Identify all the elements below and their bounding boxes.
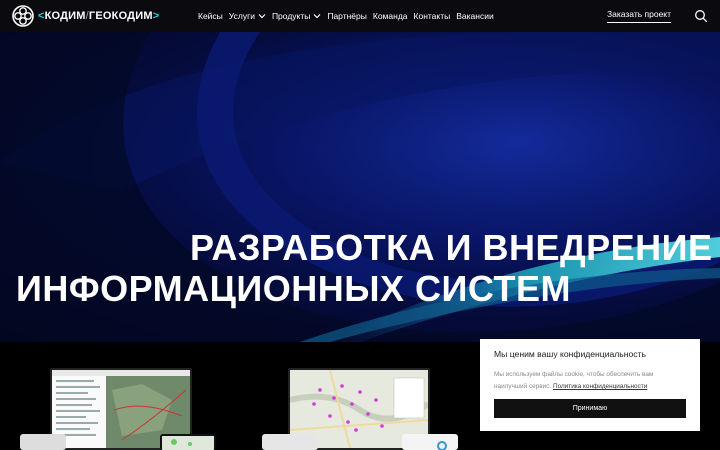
nav-item-partners[interactable]: Партнёры xyxy=(327,11,367,21)
nav-label: Услуги xyxy=(228,11,255,21)
logo-brand-kodim: КОДИМ xyxy=(44,10,86,22)
accept-cookies-button[interactable]: Принимаю xyxy=(494,399,686,418)
order-project-button[interactable]: Заказать проект xyxy=(607,9,672,23)
site-header: <КОДИМ/ГЕОКОДИМ> Кейсы Услуги Продукты П… xyxy=(0,0,720,32)
case-mockup-left[interactable] xyxy=(20,342,220,450)
nav-label: Продукты xyxy=(271,11,311,21)
nav-item-contacts[interactable]: Контакты xyxy=(414,11,451,21)
nav-label: Вакансии xyxy=(456,11,494,21)
nav-item-cases[interactable]: Кейсы xyxy=(198,11,223,21)
nav-item-services[interactable]: Услуги xyxy=(229,11,266,21)
logo-bracket-left: < xyxy=(38,10,45,22)
cookie-text: Мы используем файлы cookie, чтобы обеспе… xyxy=(494,369,686,393)
nav-item-team[interactable]: Команда xyxy=(373,11,408,21)
tablet-screenshot xyxy=(402,434,458,450)
hero-title-line-2: ИНФОРМАЦИОННЫХ СИСТЕМ xyxy=(16,268,572,309)
chevron-down-icon xyxy=(258,14,266,19)
nav-label: Контакты xyxy=(413,11,451,21)
tablet-screenshot xyxy=(160,434,216,450)
logo-bracket-right: > xyxy=(152,10,160,22)
nav-label: Кейсы xyxy=(198,11,223,21)
logo-text: <КОДИМ/ГЕОКОДИМ> xyxy=(38,10,159,22)
search-icon[interactable] xyxy=(694,9,708,23)
main-nav: Кейсы Услуги Продукты Партнёры Команда К… xyxy=(198,0,500,32)
nav-item-products[interactable]: Продукты xyxy=(272,11,321,21)
privacy-policy-link[interactable]: Политика конфиденциальности xyxy=(553,383,647,390)
cookie-consent-banner: Мы ценим вашу конфиденциальность Мы испо… xyxy=(480,339,700,431)
laptop-screenshot xyxy=(20,434,66,450)
hero-title-line-1: РАЗРАБОТКА И ВНЕДРЕНИЕ xyxy=(190,227,713,268)
chevron-down-icon xyxy=(313,14,321,19)
case-mockup-right[interactable] xyxy=(262,342,462,450)
nav-label: Партнёры xyxy=(327,11,367,21)
hero-banner: РАЗРАБОТКА И ВНЕДРЕНИЕ ИНФОРМАЦИОННЫХ СИ… xyxy=(0,32,720,342)
nav-label: Команда xyxy=(372,11,408,21)
logo-mark-icon xyxy=(12,5,34,27)
logo-brand-geokodim: ГЕОКОДИМ xyxy=(88,10,153,22)
laptop-screenshot xyxy=(262,434,318,450)
logo[interactable]: <КОДИМ/ГЕОКОДИМ> xyxy=(12,5,159,27)
nav-item-vacancies[interactable]: Вакансии xyxy=(456,11,493,21)
cookie-title: Мы ценим вашу конфиденциальность xyxy=(494,349,647,359)
